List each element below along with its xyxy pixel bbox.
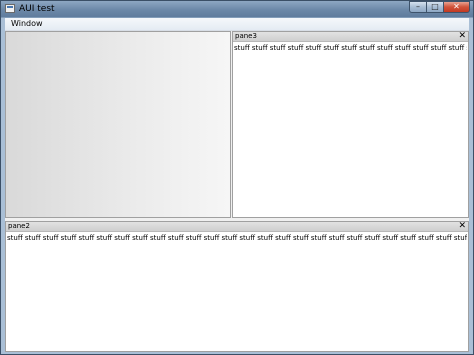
pane2: pane2 ✕ stuff stuff stuff stuff stuff st… <box>5 221 469 352</box>
window-title: AUI test <box>19 4 55 14</box>
menu-bar: Window <box>5 18 469 31</box>
pane3-caption[interactable]: pane3 ✕ <box>233 32 468 42</box>
menu-window[interactable]: Window <box>9 19 45 29</box>
close-button[interactable]: ✕ <box>443 1 470 13</box>
client-area: Window pane3 ✕ stuff stuff stuff stuff s… <box>5 18 469 352</box>
pane3: pane3 ✕ stuff stuff stuff stuff stuff st… <box>232 31 469 218</box>
pane3-title: pane3 <box>235 32 257 40</box>
center-pane <box>5 31 231 218</box>
pane2-caption[interactable]: pane2 ✕ <box>6 222 468 232</box>
pane2-close-icon[interactable]: ✕ <box>458 222 466 231</box>
minimize-button[interactable]: – <box>409 1 426 13</box>
caption-buttons: – □ ✕ <box>409 1 470 15</box>
pane3-content: stuff stuff stuff stuff stuff stuff stuf… <box>234 44 467 52</box>
title-bar[interactable]: AUI test – □ ✕ <box>1 1 473 17</box>
pane3-close-icon[interactable]: ✕ <box>458 32 466 41</box>
app-window: AUI test – □ ✕ Window pane3 ✕ stuff stuf… <box>0 0 474 355</box>
pane2-title: pane2 <box>8 222 30 230</box>
maximize-button[interactable]: □ <box>426 1 443 13</box>
pane2-content: stuff stuff stuff stuff stuff stuff stuf… <box>7 234 467 242</box>
app-icon[interactable] <box>5 4 15 13</box>
